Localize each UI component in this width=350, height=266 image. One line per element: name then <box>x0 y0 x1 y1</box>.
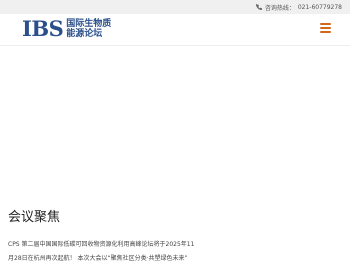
section-title: 会议聚焦 <box>8 210 61 225</box>
logo-line-2: 能源论坛 <box>66 29 103 39</box>
logo-line-1: 国际生物质 <box>66 19 112 29</box>
hotline-number[interactable]: 021-60779278 <box>298 4 342 11</box>
banner-area <box>0 46 350 202</box>
hotline[interactable]: 咨询热线： 021-60779278 <box>255 2 342 12</box>
news-line-2: 月28日在杭州再次起航！ 本次大会以“聚焦社区分类·共塑绿色未来” <box>8 255 188 262</box>
logo-mark: IBS <box>22 16 64 41</box>
hamburger-icon[interactable] <box>320 23 331 33</box>
site-header: IBS 国际生物质 能源论坛 <box>0 14 350 46</box>
logo[interactable]: IBS 国际生物质 能源论坛 <box>22 17 111 41</box>
news-line-1: CPS 第二届中国国际低碳可回收物资源化利用高峰论坛将于2025年11 <box>8 241 195 248</box>
news-excerpt[interactable]: CPS 第二届中国国际低碳可回收物资源化利用高峰论坛将于2025年11 月28日… <box>8 238 338 266</box>
logo-text: 国际生物质 能源论坛 <box>66 19 111 39</box>
phone-icon <box>255 4 262 10</box>
top-bar: 咨询热线： 021-60779278 <box>0 0 350 15</box>
hotline-label: 咨询热线： <box>264 4 295 12</box>
